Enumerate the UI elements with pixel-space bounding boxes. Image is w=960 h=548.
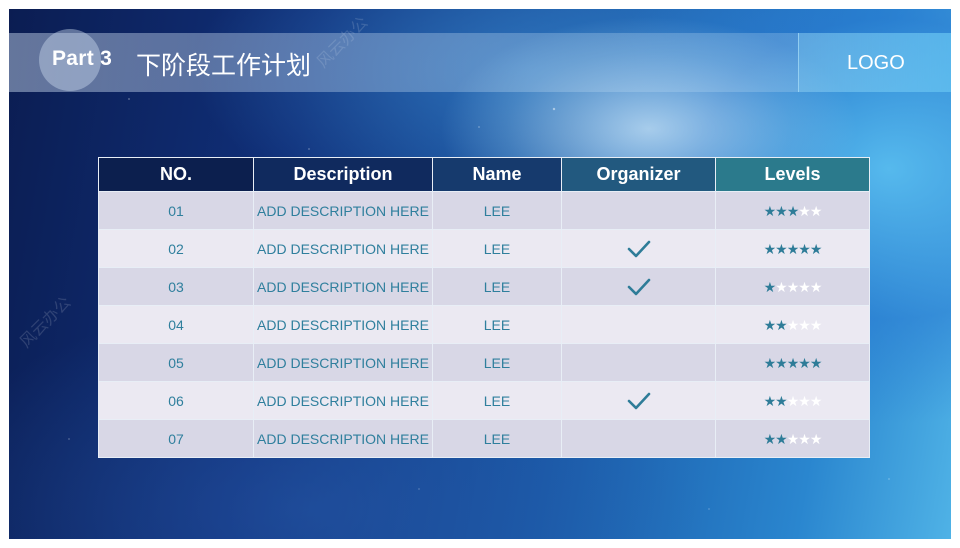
cell-levels: ★★★★★ (715, 229, 870, 268)
cell-name: LEE (432, 381, 562, 420)
table-row: 04 ADD DESCRIPTION HERE LEE ★★★★★ (98, 305, 870, 344)
cell-levels: ★★★★★ (715, 343, 870, 382)
star-empty-icon: ★ (798, 278, 811, 295)
checkmark-icon (627, 277, 651, 295)
column-header-levels: Levels (715, 157, 870, 192)
cell-description: ADD DESCRIPTION HERE (253, 229, 433, 268)
star-filled-icon: ★ (775, 240, 788, 257)
star-empty-icon: ★ (786, 392, 800, 409)
star-filled-icon: ★ (763, 202, 777, 219)
cell-levels: ★★★★★ (715, 381, 870, 420)
cell-name: LEE (432, 343, 562, 382)
cell-organizer (561, 305, 716, 344)
part-label: Part 3 (52, 47, 113, 70)
cell-no: 06 (98, 381, 254, 420)
star-empty-icon: ★ (775, 278, 788, 295)
star-empty-icon: ★ (809, 430, 823, 447)
star-filled-icon: ★ (775, 316, 788, 333)
cell-name: LEE (432, 191, 562, 230)
cell-description: ADD DESCRIPTION HERE (253, 381, 433, 420)
slide: 风云办公 风云办公 Part 3 下阶段工作计划 LOGO NO. Descri… (9, 9, 951, 539)
star-filled-icon: ★ (775, 354, 788, 371)
column-header-description: Description (253, 157, 433, 192)
star-filled-icon: ★ (809, 354, 823, 371)
star-empty-icon: ★ (809, 392, 823, 409)
cell-name: LEE (432, 229, 562, 268)
star-filled-icon: ★ (763, 240, 777, 257)
star-filled-icon: ★ (763, 430, 777, 447)
cell-levels: ★★★★★ (715, 305, 870, 344)
star-filled-icon: ★ (763, 316, 777, 333)
cell-levels: ★★★★★ (715, 191, 870, 230)
star-empty-icon: ★ (786, 278, 800, 295)
table-header-row: NO. Description Name Organizer Levels (98, 157, 870, 192)
star-filled-icon: ★ (786, 202, 800, 219)
star-empty-icon: ★ (809, 316, 823, 333)
cell-no: 03 (98, 267, 254, 306)
star-filled-icon: ★ (786, 354, 800, 371)
column-header-organizer: Organizer (561, 157, 716, 192)
star-filled-icon: ★ (798, 354, 811, 371)
star-filled-icon: ★ (798, 240, 811, 257)
cell-organizer (561, 191, 716, 230)
plan-table: NO. Description Name Organizer Levels 01… (98, 157, 870, 458)
table-row: 02 ADD DESCRIPTION HERE LEE ★★★★★ (98, 229, 870, 268)
cell-organizer (561, 229, 716, 268)
star-empty-icon: ★ (786, 430, 800, 447)
cell-no: 02 (98, 229, 254, 268)
cell-description: ADD DESCRIPTION HERE (253, 343, 433, 382)
star-empty-icon: ★ (798, 316, 811, 333)
star-filled-icon: ★ (775, 430, 788, 447)
cell-description: ADD DESCRIPTION HERE (253, 305, 433, 344)
table-row: 03 ADD DESCRIPTION HERE LEE ★★★★★ (98, 267, 870, 306)
cell-levels: ★★★★★ (715, 267, 870, 306)
star-empty-icon: ★ (798, 202, 811, 219)
star-filled-icon: ★ (763, 392, 777, 409)
cell-levels: ★★★★★ (715, 419, 870, 458)
cell-name: LEE (432, 267, 562, 306)
table-row: 05 ADD DESCRIPTION HERE LEE ★★★★★ (98, 343, 870, 382)
cell-organizer (561, 419, 716, 458)
cell-no: 05 (98, 343, 254, 382)
checkmark-icon (627, 391, 651, 409)
checkmark-icon (627, 239, 651, 257)
table-row: 06 ADD DESCRIPTION HERE LEE ★★★★★ (98, 381, 870, 420)
slide-title: 下阶段工作计划 (136, 51, 312, 80)
cell-no: 01 (98, 191, 254, 230)
logo: LOGO (847, 52, 905, 74)
star-filled-icon: ★ (786, 240, 800, 257)
cell-organizer (561, 381, 716, 420)
star-empty-icon: ★ (786, 316, 800, 333)
cell-organizer (561, 343, 716, 382)
cell-description: ADD DESCRIPTION HERE (253, 267, 433, 306)
column-header-no: NO. (98, 157, 254, 192)
table-row: 07 ADD DESCRIPTION HERE LEE ★★★★★ (98, 419, 870, 458)
table-row: 01 ADD DESCRIPTION HERE LEE ★★★★★ (98, 191, 870, 230)
star-empty-icon: ★ (809, 278, 823, 295)
star-empty-icon: ★ (798, 392, 811, 409)
cell-name: LEE (432, 419, 562, 458)
cell-description: ADD DESCRIPTION HERE (253, 191, 433, 230)
star-empty-icon: ★ (798, 430, 811, 447)
table-body: 01 ADD DESCRIPTION HERE LEE ★★★★★ 02 ADD DESC… (98, 191, 870, 458)
cell-name: LEE (432, 305, 562, 344)
cell-no: 07 (98, 419, 254, 458)
star-empty-icon: ★ (809, 202, 823, 219)
cell-no: 04 (98, 305, 254, 344)
star-filled-icon: ★ (775, 392, 788, 409)
star-filled-icon: ★ (809, 240, 823, 257)
star-filled-icon: ★ (763, 278, 777, 295)
cell-description: ADD DESCRIPTION HERE (253, 419, 433, 458)
star-filled-icon: ★ (775, 202, 788, 219)
cell-organizer (561, 267, 716, 306)
star-filled-icon: ★ (763, 354, 777, 371)
column-header-name: Name (432, 157, 562, 192)
